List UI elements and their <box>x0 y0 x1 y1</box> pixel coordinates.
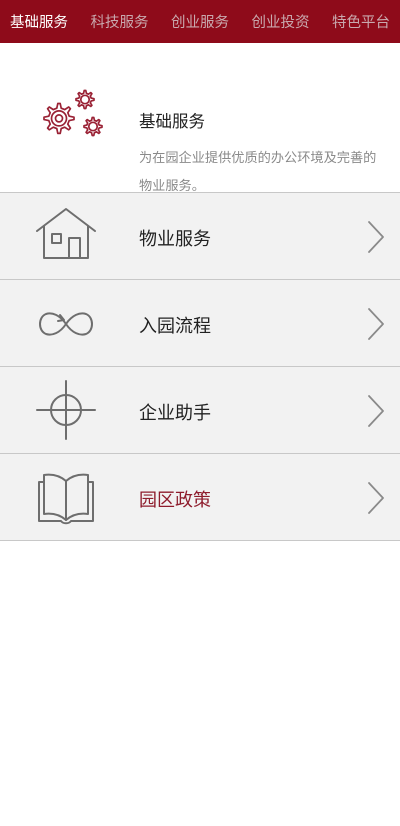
chevron-right-icon <box>366 220 386 254</box>
menu-item-enterprise-assistant[interactable]: 企业助手 <box>0 367 400 454</box>
tab-basic-services[interactable]: 基础服务 <box>10 11 68 32</box>
menu-item-park-policy[interactable]: 园区政策 <box>0 454 400 541</box>
menu-item-label: 入园流程 <box>139 316 211 337</box>
menu-item-property-services[interactable]: 物业服务 <box>0 193 400 280</box>
infinity-icon <box>33 292 99 354</box>
book-icon <box>33 466 99 528</box>
menu-item-label: 企业助手 <box>139 403 211 424</box>
menu-item-entry-process[interactable]: 入园流程 <box>0 280 400 367</box>
house-icon <box>33 205 99 267</box>
menu-item-label: 园区政策 <box>139 490 211 511</box>
tab-startup-services[interactable]: 创业服务 <box>171 11 229 32</box>
chevron-right-icon <box>366 307 386 341</box>
chevron-right-icon <box>366 481 386 515</box>
intro-section: 基础服务 为在园企业提供优质的办公环境及完善的物业服务。 <box>0 43 400 194</box>
intro-title: 基础服务 <box>139 112 205 131</box>
crosshair-icon <box>33 379 99 441</box>
chevron-right-icon <box>366 394 386 428</box>
service-menu: 物业服务 入园流程 企业助手 园区政策 <box>0 193 400 541</box>
tab-tech-services[interactable]: 科技服务 <box>91 11 149 32</box>
tab-startup-investment[interactable]: 创业投资 <box>252 11 310 32</box>
top-nav: 基础服务 科技服务 创业服务 创业投资 特色平台 <box>0 0 400 43</box>
tab-featured-platform[interactable]: 特色平台 <box>332 11 390 32</box>
menu-item-label: 物业服务 <box>139 229 211 250</box>
gears-icon <box>30 85 110 155</box>
